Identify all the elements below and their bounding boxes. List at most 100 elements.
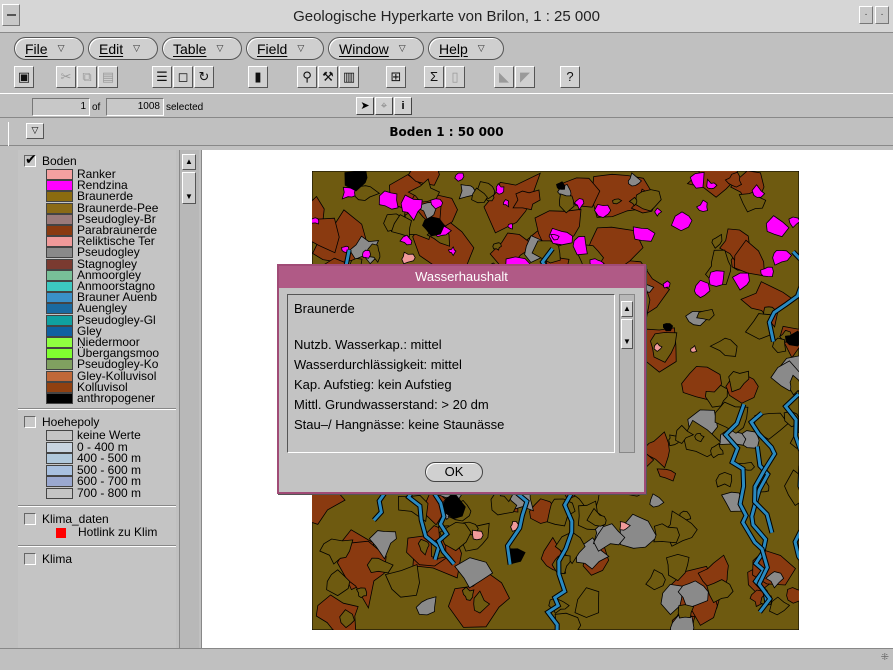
selection-status-bar: 1 of 1008 selected ➤ ⌖ i — [0, 93, 893, 118]
selected-label: selected — [166, 102, 204, 113]
calc-icon[interactable]: ▯ — [445, 66, 465, 88]
dialog-line: Nutzb. Wasserkap.: mittel — [294, 337, 442, 352]
soil-polygon — [312, 217, 320, 225]
sort-icon[interactable]: ▥ — [339, 66, 359, 88]
ok-button[interactable]: OK — [425, 462, 483, 482]
legend-theme-name: Boden — [42, 154, 77, 168]
save-icon[interactable]: ▣ — [14, 66, 34, 88]
legend-divider — [18, 408, 176, 411]
legend-swatch — [46, 476, 73, 488]
refresh-icon[interactable]: ↻ — [194, 66, 214, 88]
resize-grip-icon[interactable]: ⁜ — [881, 652, 889, 663]
menu-field[interactable]: Field ▽ — [246, 37, 324, 60]
legend-theme-hoehepoly[interactable]: Hoehepoly — [24, 415, 99, 429]
scroll-thumb[interactable]: ▼ — [621, 319, 633, 349]
legend-swatch — [46, 441, 73, 453]
legend-divider — [18, 505, 176, 508]
find-icon[interactable]: ⚲ — [297, 66, 317, 88]
selected-count-field[interactable]: 1 — [32, 98, 90, 116]
legend-swatch — [46, 337, 73, 348]
legend-theme-name: Klima — [42, 552, 73, 567]
dialog-line: Stau–/ Hangnässe: keine Staunässe — [294, 417, 505, 432]
paste-icon[interactable]: ▤ — [98, 66, 118, 88]
dialog-scrollbar[interactable]: ▲ ▼ — [619, 294, 635, 453]
horizontal-scrollbar[interactable] — [0, 648, 893, 670]
legend-swatch — [46, 370, 73, 382]
sum-icon[interactable]: Σ — [424, 66, 444, 88]
view-header: ▽ Boden 1 : 50 000 — [0, 118, 893, 146]
legend-swatch — [46, 247, 73, 259]
scroll-up-icon[interactable]: ▲ — [182, 154, 196, 170]
legend-class-label: anthropogener — [77, 391, 156, 405]
theme-visibility-checkbox[interactable] — [24, 553, 36, 566]
chevron-down-icon: ▽ — [57, 43, 65, 53]
soil-polygon — [663, 323, 674, 332]
legend-swatch — [46, 281, 73, 292]
legend-swatch — [46, 258, 73, 270]
view-title: Boden 1 : 50 000 — [389, 125, 504, 139]
dialog-title: Wasserhaushalt — [279, 266, 644, 288]
of-label: of — [92, 102, 101, 113]
menu-edit[interactable]: Edit ▽ — [88, 37, 158, 60]
menu-window[interactable]: Window ▽ — [328, 37, 424, 60]
legend-swatch — [46, 213, 73, 225]
theme-visibility-checkbox[interactable] — [24, 513, 36, 526]
menu-bar: File ▽ Edit ▽ Table ▽ Field ▽ Window ▽ Help ▽ — [0, 34, 893, 64]
hotlink-symbol-icon — [56, 527, 66, 538]
select-none-icon[interactable]: ◻ — [173, 66, 193, 88]
legend-theme-klima-daten[interactable]: Klima_daten — [24, 512, 109, 526]
select-tool-icon[interactable]: ⌖ — [375, 97, 393, 115]
copy-icon[interactable]: ⧉ — [77, 66, 97, 88]
sort-ascending-icon[interactable]: ◣ — [494, 66, 514, 88]
legend-swatch — [46, 314, 73, 326]
scroll-thumb[interactable]: ▼ — [182, 172, 196, 204]
legend-swatch — [46, 430, 73, 442]
legend-class: Hotlink zu Klim — [56, 526, 157, 538]
maximize-button[interactable]: · — [875, 6, 889, 24]
menu-file[interactable]: File ▽ — [14, 37, 84, 60]
dialog-text-area[interactable]: Braunerde Nutzb. Wasserkap.: mittel Wass… — [287, 294, 615, 453]
legend-swatch — [46, 453, 73, 465]
toolbar: ▣ ✂ ⧉ ▤ ☰ ◻ ↻ ▮ ⚲ ⚒ ▥ ⊞ Σ ▯ ◣ ◤ ? — [0, 64, 893, 92]
legend-divider — [18, 545, 176, 548]
dialog-heading: Braunerde — [294, 301, 355, 316]
help-pointer-icon[interactable]: ? — [560, 66, 580, 88]
promote-icon[interactable]: ⊞ — [386, 66, 406, 88]
chevron-down-icon: ▽ — [477, 43, 485, 53]
menu-table[interactable]: Table ▽ — [162, 37, 242, 60]
query-icon[interactable]: ⚒ — [318, 66, 338, 88]
legend-swatch — [46, 381, 73, 393]
soil-polygon — [472, 529, 484, 541]
legend-theme-boden[interactable]: Boden — [24, 151, 77, 168]
dialog-line: Kap. Aufstieg: kein Aufstieg — [294, 377, 452, 392]
sort-descending-icon[interactable]: ◤ — [515, 66, 535, 88]
chevron-down-icon: ▽ — [216, 43, 224, 53]
legend-swatch — [46, 269, 73, 281]
pointer-tool-icon[interactable]: ➤ — [356, 97, 374, 115]
chevron-down-icon: ▽ — [133, 43, 141, 53]
legend-swatch — [46, 225, 73, 236]
legend-swatch — [46, 393, 73, 404]
info-tool-icon[interactable]: i — [394, 97, 412, 115]
legend-class-label: 700 - 800 m — [77, 485, 142, 500]
chevron-down-icon: ▽ — [297, 43, 305, 53]
theme-visibility-checkbox[interactable] — [24, 151, 37, 168]
legend-class: anthropogener — [46, 391, 156, 405]
legend-theme-klima[interactable]: Klima — [24, 552, 72, 566]
cut-icon[interactable]: ✂ — [56, 66, 76, 88]
total-count-field[interactable]: 1008 — [106, 98, 164, 116]
legend-swatch — [46, 169, 73, 180]
menu-help[interactable]: Help ▽ — [428, 37, 504, 60]
legend-swatch — [46, 348, 73, 360]
legend-swatch — [46, 202, 73, 214]
legend-class: 700 - 800 m — [46, 485, 142, 500]
window-title: Geologische Hyperkarte von Brilon, 1 : 2… — [293, 8, 600, 25]
scroll-up-icon[interactable]: ▲ — [621, 301, 633, 317]
legend-scrollbar[interactable]: ▲ ▼ — [179, 150, 199, 648]
theme-visibility-checkbox[interactable] — [24, 416, 36, 429]
minimize-button[interactable]: · — [859, 6, 873, 24]
soil-polygon — [708, 270, 725, 287]
legend-swatch — [46, 180, 73, 192]
table-icon[interactable]: ☰ — [152, 66, 172, 88]
chart-icon[interactable]: ▮ — [248, 66, 268, 88]
